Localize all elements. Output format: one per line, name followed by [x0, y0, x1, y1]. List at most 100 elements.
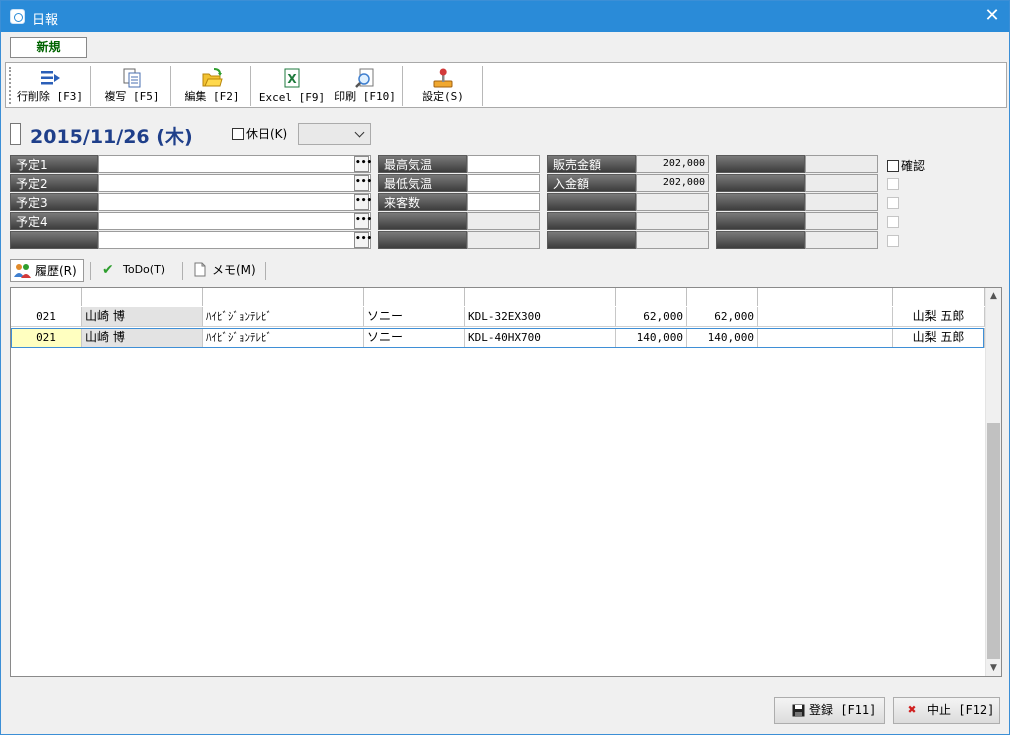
empty-value [467, 231, 540, 249]
min-temp-input[interactable] [467, 174, 540, 192]
save-button[interactable]: 登録 [F11] [774, 697, 885, 724]
row-selector-marker[interactable] [10, 123, 21, 145]
toolbar-grip[interactable] [9, 67, 11, 104]
max-temp-input[interactable] [467, 155, 540, 173]
seller-cell[interactable]: 山梨 五郎 [893, 307, 985, 327]
column-header-seller[interactable]: 販売者 [893, 288, 985, 306]
print-button[interactable]: 印刷 [F10] [328, 63, 402, 107]
notes-cell[interactable] [758, 307, 893, 327]
sales-amount-cell[interactable]: 62,000 [616, 307, 687, 327]
excel-button[interactable]: X Excel [F9] [254, 63, 330, 107]
payment-value: 202,000 [636, 174, 709, 192]
ellipsis-icon[interactable]: ••• [354, 213, 372, 229]
schedule-input[interactable] [98, 174, 371, 192]
schedule-input[interactable] [98, 155, 371, 173]
column-header-payment[interactable]: 入金額 [687, 288, 758, 306]
payment-cell[interactable]: 140,000 [687, 328, 758, 348]
column-header-item[interactable]: 品目 [203, 288, 364, 306]
ellipsis-icon[interactable]: ••• [354, 156, 372, 172]
row-delete-button[interactable]: 行削除 [F3] [12, 63, 88, 107]
close-icon[interactable]: ✕ [975, 1, 1009, 32]
sales-amount-cell[interactable]: 140,000 [616, 328, 687, 348]
empty-label [547, 212, 636, 230]
notes-cell[interactable] [758, 328, 893, 348]
report-date[interactable]: 2015/11/26 (木) [30, 122, 193, 149]
row-checkbox-disabled [887, 235, 899, 247]
empty-label [716, 174, 805, 192]
toolbar-separator [482, 66, 483, 106]
column-header-notes[interactable]: 備考 [758, 288, 893, 306]
empty-label [378, 231, 467, 249]
joystick-settings-icon [433, 68, 453, 88]
edit-button[interactable]: 編集 [F2] [174, 63, 250, 107]
scroll-up-icon[interactable]: ▲ [986, 288, 1001, 304]
maker-cell[interactable]: ソニー [364, 328, 465, 348]
sales-amount-value: 202,000 [636, 155, 709, 173]
floppy-disk-icon [792, 704, 805, 717]
seller-cell[interactable]: 山梨 五郎 [893, 328, 985, 348]
scroll-down-icon[interactable]: ▼ [986, 660, 1001, 676]
tab-memo[interactable]: メモ(M) [190, 259, 268, 282]
product-cell[interactable]: KDL-32EX300 [465, 307, 616, 327]
cancel-button[interactable]: ✖ 中止 [F12] [893, 697, 1000, 724]
empty-label [716, 212, 805, 230]
schedule-label: 予定3 [10, 193, 98, 211]
scroll-thumb[interactable] [987, 423, 1000, 659]
title-bar: 日報 ✕ [1, 1, 1009, 32]
holiday-checkbox[interactable]: 休日(K) [232, 125, 287, 142]
toolbar-separator [170, 66, 171, 106]
column-header-maker[interactable]: メーカー [364, 288, 465, 306]
ellipsis-icon[interactable]: ••• [354, 175, 372, 191]
sales-amount-label: 販売金額 [547, 155, 636, 173]
save-label: 登録 [F11] [809, 703, 877, 717]
toolbar-separator [250, 66, 251, 106]
confirm-checkbox[interactable]: 確認 [887, 157, 925, 174]
history-grid[interactable]: コードNo. 顧客名 品目 メーカー 商品名 販売金額 入金額 備考 販売者 0… [10, 287, 1002, 677]
tab-history[interactable]: 履歴(R) [10, 259, 84, 282]
holiday-checkbox-box[interactable] [232, 128, 244, 140]
visitors-input[interactable] [467, 193, 540, 211]
column-header-code[interactable]: コードNo. [11, 288, 82, 306]
history-people-icon [14, 264, 31, 278]
confirm-checkbox-box[interactable] [887, 160, 899, 172]
column-header-sales-amount[interactable]: 販売金額 [616, 288, 687, 306]
payment-cell[interactable]: 62,000 [687, 307, 758, 327]
column-header-product[interactable]: 商品名 [465, 288, 616, 306]
empty-label [716, 231, 805, 249]
code-cell[interactable]: 021 [11, 328, 82, 348]
schedule-input[interactable] [98, 231, 371, 249]
app-icon [10, 9, 25, 24]
min-temp-label: 最低気温 [378, 174, 467, 192]
item-cell[interactable]: ﾊｲﾋﾞｼﾞｮﾝﾃﾚﾋﾞ [203, 328, 364, 348]
tab-todo-label: ToDo(T) [123, 263, 166, 276]
empty-label [547, 231, 636, 249]
empty-value [805, 193, 878, 211]
schedule-input[interactable] [98, 193, 371, 211]
empty-value [636, 212, 709, 230]
tab-separator [265, 262, 266, 280]
item-cell[interactable]: ﾊｲﾋﾞｼﾞｮﾝﾃﾚﾋﾞ [203, 307, 364, 327]
customer-cell[interactable]: 山崎 博 [82, 328, 203, 348]
maker-cell[interactable]: ソニー [364, 307, 465, 327]
code-cell[interactable]: 021 [11, 307, 82, 327]
empty-value [805, 231, 878, 249]
settings-button[interactable]: 設定(S) [406, 63, 480, 107]
print-label: 印刷 [F10] [334, 90, 396, 103]
copy-button[interactable]: 複写 [F5] [94, 63, 170, 107]
empty-label [378, 212, 467, 230]
tab-separator [90, 262, 91, 280]
column-header-customer[interactable]: 顧客名 [82, 288, 203, 306]
vertical-scrollbar[interactable]: ▲ ▼ [985, 288, 1001, 676]
ellipsis-icon[interactable]: ••• [354, 194, 372, 210]
product-cell[interactable]: KDL-40HX700 [465, 328, 616, 348]
ellipsis-icon[interactable]: ••• [354, 232, 372, 248]
schedule-label: 予定4 [10, 212, 98, 230]
customer-cell[interactable]: 山崎 博 [82, 307, 203, 327]
holiday-type-select[interactable] [298, 123, 371, 145]
schedule-input[interactable] [98, 212, 371, 230]
schedule-label: 予定1 [10, 155, 98, 173]
tab-todo[interactable]: ✔ ToDo(T) [99, 259, 179, 282]
new-record-tab[interactable]: 新規 [10, 37, 87, 58]
print-preview-icon [355, 68, 374, 88]
empty-value [636, 231, 709, 249]
